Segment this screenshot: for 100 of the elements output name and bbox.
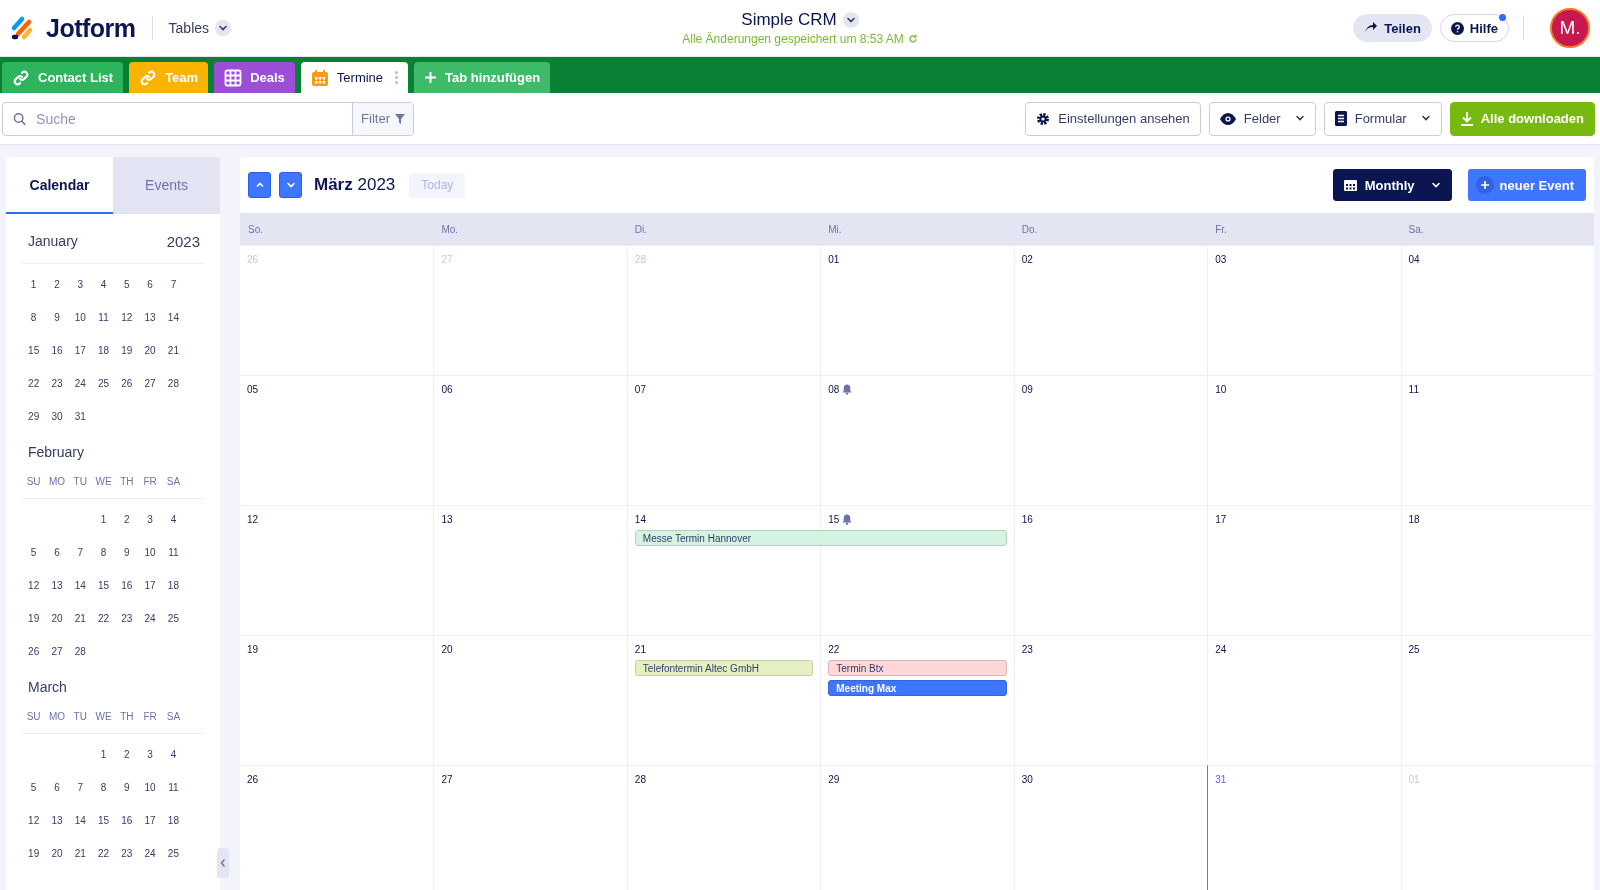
mini-day[interactable]: 2 — [124, 749, 130, 760]
mini-day[interactable]: 1 — [30, 279, 37, 290]
mini-day[interactable]: 9 — [124, 547, 130, 558]
mini-day[interactable]: 13 — [51, 580, 63, 591]
mini-day[interactable]: 18 — [167, 815, 179, 826]
mini-day[interactable]: 11 — [168, 547, 179, 558]
mini-day[interactable]: 15 — [97, 580, 110, 591]
mini-day[interactable]: 22 — [97, 848, 110, 859]
mini-day[interactable]: 16 — [51, 345, 63, 356]
mini-day[interactable]: 24 — [144, 613, 156, 624]
mini-day[interactable]: 6 — [54, 782, 60, 793]
search-field[interactable]: Suche Filter — [2, 101, 414, 136]
mini-day[interactable]: 28 — [167, 378, 179, 389]
table-tab[interactable]: Termine — [300, 62, 409, 93]
filter-button[interactable]: Filter — [352, 102, 413, 135]
mini-day[interactable]: 8 — [100, 782, 107, 793]
mini-day[interactable]: 23 — [51, 378, 63, 389]
share-button[interactable]: Teilen — [1353, 14, 1432, 42]
mini-day[interactable]: 12 — [28, 580, 40, 591]
settings-button[interactable]: Einstellungen ansehen — [1025, 101, 1201, 136]
mini-day[interactable]: 28 — [74, 646, 86, 657]
mini-day[interactable]: 4 — [170, 514, 177, 525]
mini-day[interactable]: 30 — [51, 411, 63, 422]
mini-day[interactable]: 22 — [97, 613, 110, 624]
calendar-event[interactable]: Meeting Max — [828, 680, 1007, 696]
help-button[interactable]: Hilfe — [1439, 14, 1509, 42]
mini-day[interactable]: 23 — [121, 613, 133, 624]
mini-day[interactable]: 26 — [28, 646, 40, 657]
form-dropdown[interactable]: Formular — [1323, 101, 1442, 136]
mini-day[interactable]: 4 — [100, 279, 107, 290]
mini-day[interactable]: 14 — [74, 580, 86, 591]
mini-day[interactable]: 4 — [170, 749, 177, 760]
new-event-button[interactable]: neuer Event — [1467, 169, 1586, 201]
mini-day[interactable]: 13 — [51, 815, 63, 826]
previous-button[interactable] — [248, 172, 271, 198]
mini-day[interactable]: 25 — [97, 378, 110, 389]
mini-day[interactable]: 20 — [51, 848, 63, 859]
mini-day[interactable]: 6 — [147, 279, 153, 290]
mini-day[interactable]: 3 — [147, 514, 153, 525]
mini-day[interactable]: 5 — [30, 782, 37, 793]
mini-day[interactable]: 18 — [97, 345, 110, 356]
mini-day[interactable]: 6 — [54, 547, 60, 558]
mini-day[interactable]: 15 — [97, 815, 110, 826]
mini-day[interactable]: 25 — [167, 848, 179, 859]
mini-day[interactable]: 14 — [74, 815, 86, 826]
mini-day[interactable]: 2 — [54, 279, 60, 290]
mini-day[interactable]: 21 — [74, 613, 86, 624]
mini-day[interactable]: 3 — [147, 749, 153, 760]
calendar-event[interactable]: Termin Btx — [828, 660, 1007, 676]
mini-day[interactable]: 3 — [77, 279, 83, 290]
mini-day[interactable]: 27 — [144, 378, 156, 389]
table-tab[interactable]: Deals — [214, 62, 295, 93]
mini-day[interactable]: 26 — [121, 378, 133, 389]
mini-day[interactable]: 27 — [51, 646, 63, 657]
mini-day[interactable]: 16 — [121, 580, 133, 591]
product-menu[interactable]: Tables — [168, 20, 232, 36]
mini-day[interactable]: 16 — [121, 815, 133, 826]
calendar-event[interactable]: Telefontermin Altec GmbH — [634, 660, 814, 676]
mini-day[interactable]: 10 — [74, 312, 86, 323]
collapse-icon[interactable] — [217, 848, 229, 878]
mini-day[interactable]: 9 — [124, 782, 130, 793]
mini-day[interactable]: 12 — [121, 312, 133, 323]
mini-day[interactable]: 22 — [28, 378, 40, 389]
mini-day[interactable]: 10 — [144, 547, 156, 558]
mini-day[interactable]: 9 — [54, 312, 60, 323]
user-avatar[interactable]: M. — [1550, 8, 1590, 48]
mini-day[interactable]: 8 — [30, 312, 37, 323]
mini-day[interactable]: 20 — [51, 613, 63, 624]
mini-day[interactable]: 31 — [74, 411, 86, 422]
mini-day[interactable]: 18 — [167, 580, 179, 591]
mini-day[interactable]: 1 — [100, 514, 107, 525]
form-title[interactable]: Simple CRM — [741, 10, 859, 30]
mini-day[interactable]: 21 — [74, 848, 86, 859]
mini-day[interactable]: 29 — [28, 411, 40, 422]
mini-day[interactable]: 25 — [167, 613, 179, 624]
mini-day[interactable]: 7 — [77, 547, 83, 558]
mini-day[interactable]: 24 — [74, 378, 86, 389]
mini-day[interactable]: 17 — [144, 580, 156, 591]
mini-day[interactable]: 20 — [144, 345, 156, 356]
mini-day[interactable]: 10 — [144, 782, 156, 793]
mini-day[interactable]: 11 — [98, 312, 109, 323]
mini-day[interactable]: 14 — [167, 312, 179, 323]
mini-day[interactable]: 19 — [28, 613, 40, 624]
mini-day[interactable]: 11 — [168, 782, 179, 793]
sidebar-tab[interactable]: Events — [113, 157, 220, 214]
mini-day[interactable]: 17 — [74, 345, 86, 356]
mini-day[interactable]: 7 — [77, 782, 83, 793]
mini-day[interactable]: 5 — [30, 547, 37, 558]
mini-day[interactable]: 19 — [121, 345, 133, 356]
mini-day[interactable]: 15 — [28, 345, 40, 356]
mini-day[interactable]: 19 — [28, 848, 40, 859]
mini-day[interactable]: 12 — [28, 815, 40, 826]
mini-day[interactable]: 5 — [124, 279, 130, 290]
calendar-event[interactable]: Messe Termin Hannover — [634, 530, 1007, 546]
mini-day[interactable]: 13 — [144, 312, 156, 323]
next-button[interactable] — [279, 172, 302, 198]
mini-day[interactable]: 23 — [121, 848, 133, 859]
view-dropdown[interactable]: Monthly — [1332, 169, 1452, 201]
fields-dropdown[interactable]: Felder — [1208, 101, 1316, 136]
mini-day[interactable]: 8 — [100, 547, 107, 558]
